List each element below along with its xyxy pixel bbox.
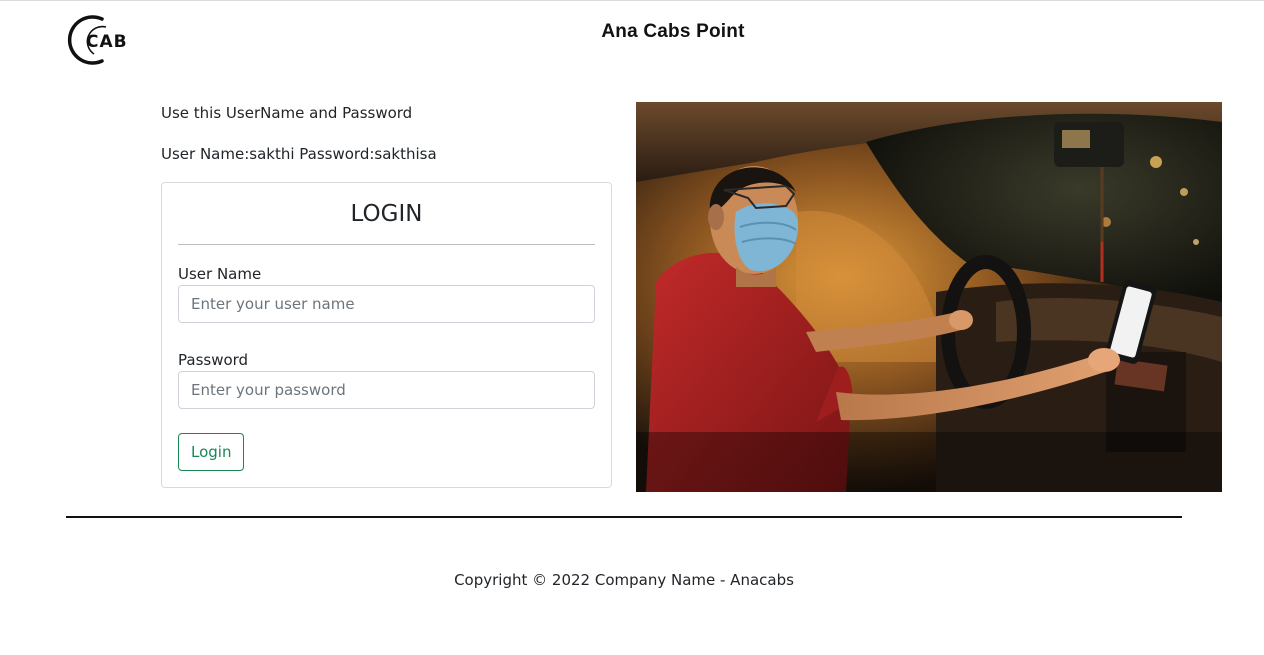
password-input[interactable] bbox=[178, 371, 595, 409]
footer-copyright: Copyright © 2022 Company Name - Anacabs bbox=[454, 571, 794, 589]
credentials-hint-line2: User Name:sakthi Password:sakthisa bbox=[161, 145, 437, 163]
page: CAB Ana Cabs Point Use this UserName and… bbox=[0, 0, 1264, 655]
driver-photo bbox=[636, 102, 1222, 492]
login-title: LOGIN bbox=[350, 201, 423, 227]
password-label: Password bbox=[178, 351, 249, 369]
credentials-hint-line1: Use this UserName and Password bbox=[161, 104, 413, 122]
footer-divider bbox=[66, 516, 1182, 518]
login-button[interactable]: Login bbox=[178, 433, 245, 471]
username-input[interactable] bbox=[178, 285, 595, 323]
login-card: LOGIN User Name Password Login bbox=[161, 182, 612, 488]
username-label: User Name bbox=[178, 265, 262, 283]
login-divider bbox=[178, 244, 595, 245]
site-title: Ana Cabs Point bbox=[601, 21, 745, 42]
